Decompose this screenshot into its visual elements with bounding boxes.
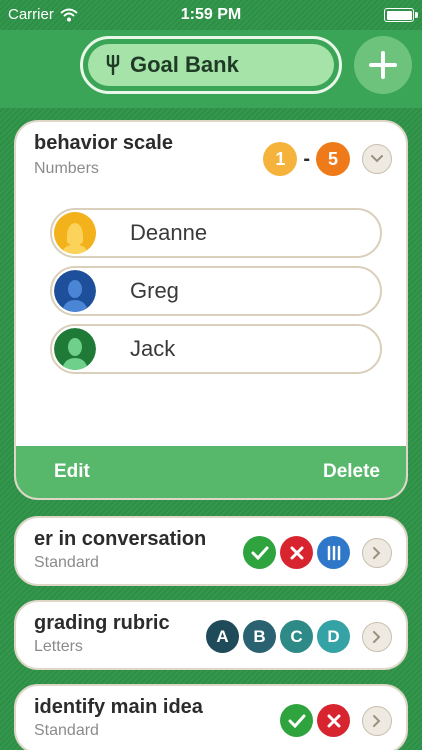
status-time: 1:59 PM xyxy=(180,6,242,23)
goal-type: Numbers xyxy=(34,160,99,177)
goal-card[interactable]: er in conversation Standard xyxy=(14,516,408,586)
check-icon xyxy=(280,704,313,737)
person-silhouette-icon xyxy=(54,212,96,254)
person-silhouette-icon xyxy=(54,328,96,370)
goal-badges xyxy=(280,704,350,737)
student-name: Deanne xyxy=(130,220,208,245)
goal-title: grading rubric xyxy=(34,612,170,634)
goal-bank-title-button[interactable]: Goal Bank xyxy=(80,36,342,94)
letter-badge-c: C xyxy=(280,620,313,653)
goal-badges xyxy=(243,536,350,569)
expand-button[interactable] xyxy=(362,706,392,736)
goal-type: Standard xyxy=(34,554,99,571)
goal-card-expanded[interactable]: behavior scale Numbers 1 - 5 Deanne Greg… xyxy=(14,120,408,500)
expand-button[interactable] xyxy=(362,538,392,568)
chevron-down-icon xyxy=(371,155,383,163)
battery-icon xyxy=(384,8,418,22)
status-bar: Carrier 1:59 PM xyxy=(0,0,422,30)
x-icon xyxy=(317,704,350,737)
edit-button[interactable]: Edit xyxy=(54,461,90,483)
goal-title: behavior scale xyxy=(34,132,173,154)
scale-max-badge: 5 xyxy=(316,142,350,176)
add-goal-button[interactable] xyxy=(354,36,412,94)
goal-title: identify main idea xyxy=(34,696,203,718)
goal-card[interactable]: identify main idea Standard xyxy=(14,684,408,750)
goal-card[interactable]: grading rubric Letters A B C D xyxy=(14,600,408,670)
x-icon xyxy=(280,536,313,569)
check-icon xyxy=(243,536,276,569)
avatar xyxy=(54,270,96,312)
student-name: Greg xyxy=(130,278,179,303)
student-item-greg[interactable]: Greg xyxy=(50,266,382,316)
letter-badge-b: B xyxy=(243,620,276,653)
scale-dash: - xyxy=(303,147,310,170)
collapse-button[interactable] xyxy=(362,144,392,174)
letter-badge-d: D xyxy=(317,620,350,653)
student-item-deanne[interactable]: Deanne xyxy=(50,208,382,258)
letter-badge-a: A xyxy=(206,620,239,653)
student-item-jack[interactable]: Jack xyxy=(50,324,382,374)
person-silhouette-icon xyxy=(54,270,96,312)
goal-title: er in conversation xyxy=(34,528,207,550)
avatar xyxy=(54,212,96,254)
nav-bar: Goal Bank xyxy=(0,30,422,108)
goal-type: Letters xyxy=(34,638,83,655)
goal-action-bar: Edit Delete xyxy=(16,446,406,498)
expand-button[interactable] xyxy=(362,622,392,652)
delete-button[interactable]: Delete xyxy=(323,461,380,483)
chevron-right-icon xyxy=(373,547,381,559)
chevron-right-icon xyxy=(373,631,381,643)
fork-icon xyxy=(106,55,120,75)
goal-badges: A B C D xyxy=(206,620,350,653)
avatar xyxy=(54,328,96,370)
page-title: Goal Bank xyxy=(130,52,239,77)
goal-type: Standard xyxy=(34,722,99,739)
tally-icon xyxy=(317,536,350,569)
scale-min-badge: 1 xyxy=(263,142,298,176)
scale-range: 1 - 5 xyxy=(263,142,350,176)
student-name: Jack xyxy=(130,336,176,361)
plus-icon xyxy=(369,51,397,79)
chevron-right-icon xyxy=(373,715,381,727)
